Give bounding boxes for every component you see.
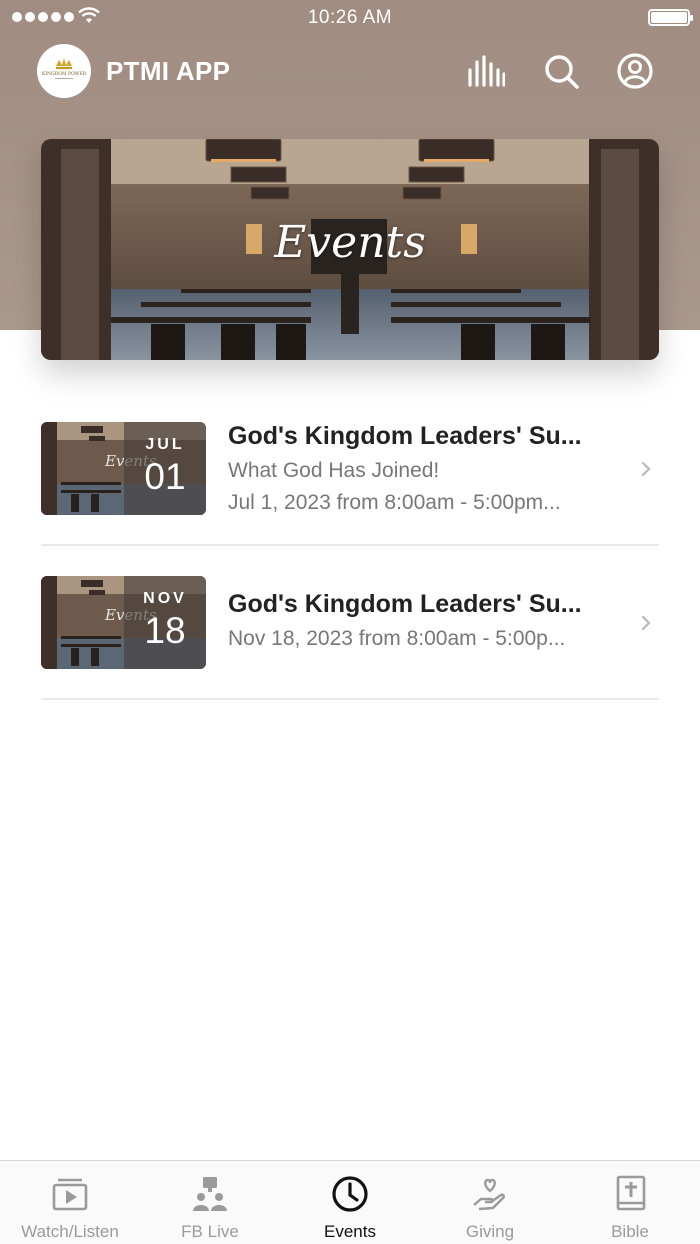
tab-label: FB Live (181, 1222, 239, 1241)
event-date: Jul 1, 2023 from 8:00am - 5:00pm... (228, 491, 561, 514)
chevron-right-icon (641, 461, 651, 477)
event-details: God's Kingdom Leaders' Su... What God Ha… (228, 422, 633, 515)
heart-hand-icon (471, 1175, 509, 1213)
event-subtitle: What God Has Joined! (228, 459, 440, 482)
tab-label: Watch/Listen (21, 1222, 119, 1241)
live-people-icon (191, 1175, 229, 1213)
tab-events[interactable]: Events (280, 1161, 420, 1244)
event-title: God's Kingdom Leaders' Su... (228, 590, 582, 618)
battery-icon (648, 9, 693, 26)
clock-icon (331, 1175, 369, 1213)
date-day: 18 (144, 610, 186, 651)
banner-title: Events (274, 217, 426, 268)
tab-label: Giving (465, 1222, 515, 1241)
crown-logo-icon: KINGDOM POWER (42, 58, 87, 79)
date-day: 01 (144, 456, 186, 497)
app-logo[interactable]: KINGDOM POWER (37, 44, 91, 98)
tab-giving[interactable]: Giving (420, 1161, 560, 1244)
date-badge: NOV 18 (124, 576, 206, 669)
bars-chart-icon[interactable] (467, 52, 505, 90)
date-badge: JUL 01 (124, 422, 206, 515)
chevron-right-icon (641, 615, 651, 631)
event-date: Nov 18, 2023 from 8:00am - 5:00p... (228, 627, 566, 650)
status-bar: 10:26 AM (0, 0, 700, 36)
profile-icon[interactable] (616, 52, 654, 90)
event-list-item[interactable]: Events NOV 18 God's Kingdom Leaders' Su.… (41, 576, 659, 700)
date-month: JUL (145, 436, 185, 453)
tab-bible[interactable]: Bible (560, 1161, 700, 1244)
play-video-icon (51, 1175, 89, 1213)
date-month: NOV (143, 590, 187, 607)
logo-text: KINGDOM POWER (42, 71, 87, 77)
bottom-tab-bar: Watch/Listen FB Live Events Giving Bible (0, 1160, 700, 1244)
event-details: God's Kingdom Leaders' Su... Nov 18, 202… (228, 590, 633, 651)
tab-label: Bible (611, 1222, 649, 1241)
search-icon[interactable] (542, 52, 580, 90)
tab-fb-live[interactable]: FB Live (140, 1161, 280, 1244)
event-thumbnail: Events NOV 18 (41, 576, 206, 669)
tab-watch-listen[interactable]: Watch/Listen (0, 1161, 140, 1244)
app-title: PTMI APP (106, 56, 231, 86)
event-list-item[interactable]: Events JUL 01 God's Kingdom Leaders' Su.… (41, 422, 659, 546)
events-banner[interactable]: Events (41, 139, 659, 360)
tab-label: Events (324, 1222, 376, 1241)
event-thumbnail: Events JUL 01 (41, 422, 206, 515)
event-title: God's Kingdom Leaders' Su... (228, 422, 582, 450)
status-time: 10:26 AM (307, 7, 393, 28)
bible-icon (611, 1175, 649, 1213)
